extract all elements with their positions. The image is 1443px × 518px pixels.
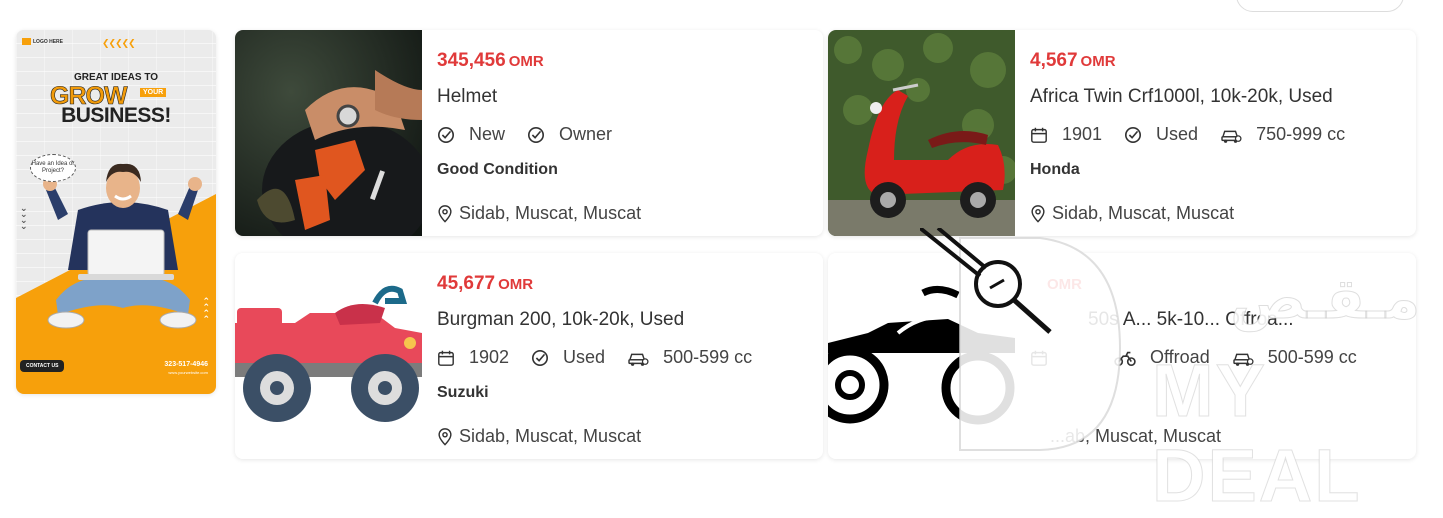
location-pin-icon [438, 427, 452, 446]
top-pill-button[interactable] [1236, 0, 1404, 12]
ad-phone: 323-517-4946 [164, 361, 208, 368]
spec-engine: 750-999 cc [1220, 124, 1345, 145]
listing-price: 345,456 OMR [437, 50, 544, 71]
listing-brand: Honda [1030, 161, 1080, 178]
listing-location: Sidab, Muscat, Muscat [1030, 203, 1234, 224]
check-circle-icon [528, 126, 545, 143]
chevrons-icon: ❮❮❮❮❮ [102, 38, 136, 48]
ad-thought-bubble: Have an Idea or Project? [30, 154, 76, 182]
calendar-icon [438, 350, 454, 366]
motorbike-icon [1114, 351, 1136, 366]
location-pin-icon [1031, 204, 1045, 223]
car-engine-icon [1232, 353, 1254, 366]
chevrons-down-icon: ⌄ ⌄ ⌄ ⌄ [20, 203, 28, 231]
ad-website: www.yourwebsite.com [168, 370, 208, 375]
listing-card[interactable]: 4,567 OMR Africa Twin Crf1000l, 10k-20k, … [828, 30, 1416, 236]
red-scooter-photo [828, 30, 1015, 236]
helmet-photo [235, 30, 422, 236]
listing-image[interactable] [235, 253, 422, 459]
check-circle-icon [532, 349, 549, 366]
check-circle-icon [1125, 126, 1142, 143]
spec-year: 1902 [437, 347, 509, 368]
spec-year [1030, 349, 1062, 367]
listing-brand: Good Condition [437, 161, 558, 178]
spec-engine: 500-599 cc [627, 347, 752, 368]
listing-title[interactable]: 50s A... 5k-10... Offroa... [1088, 309, 1294, 331]
listing-price: OMR [1047, 276, 1082, 293]
listing-location: Sidab, Muscat, Muscat [437, 203, 641, 224]
red-atv-illustration [235, 253, 422, 459]
ad-headline-3: BUSINESS! [61, 104, 171, 127]
ad-headline-your: YOUR [140, 88, 167, 97]
car-engine-icon [628, 353, 649, 366]
chevrons-down-icon: ⌃ ⌃ ⌃ ⌃ [202, 296, 210, 324]
ad-banner[interactable]: LOGO HERE ❮❮❮❮❮ GREAT IDEAS TO GROW YOUR… [16, 30, 216, 394]
ad-contact-button[interactable]: CONTACT US [20, 360, 65, 372]
spec-condition: New [437, 124, 505, 145]
listing-brand: Suzuki [437, 384, 489, 401]
listing-card[interactable]: OMR 50s A... 5k-10... Offroa... Offroad … [828, 253, 1416, 459]
listing-image[interactable] [235, 30, 422, 236]
listing-card[interactable]: 345,456 OMR Helmet New Owner Good Conditi… [235, 30, 823, 236]
listing-image[interactable] [828, 253, 1015, 459]
listing-card[interactable]: 45,677 OMR Burgman 200, 10k-20k, Used 190… [235, 253, 823, 459]
spec-type: Offroad [1114, 347, 1210, 368]
car-engine-icon [1221, 130, 1242, 143]
calendar-icon [1031, 127, 1047, 143]
black-atv-icon [828, 253, 1015, 459]
location-pin-icon [438, 204, 452, 223]
listing-title[interactable]: Helmet [437, 86, 497, 108]
listing-price: 45,677 OMR [437, 273, 534, 294]
spec-year: 1901 [1030, 124, 1102, 145]
listing-title[interactable]: Africa Twin Crf1000l, 10k-20k, Used [1030, 86, 1333, 108]
listing-price: 4,567 OMR [1030, 50, 1116, 71]
spec-owner: Owner [527, 124, 612, 145]
listing-location: ...ab, Muscat, Muscat [1050, 426, 1222, 446]
ad-logo: LOGO HERE [22, 38, 63, 45]
listing-title[interactable]: Burgman 200, 10k-20k, Used [437, 309, 684, 331]
listing-image[interactable] [828, 30, 1015, 236]
spec-condition: Used [1124, 124, 1198, 145]
listing-location: Sidab, Muscat, Muscat [437, 426, 641, 447]
calendar-icon [1031, 350, 1047, 366]
spec-condition: Used [531, 347, 605, 368]
spec-engine: 500-599 cc [1232, 347, 1357, 368]
check-circle-icon [437, 126, 455, 143]
